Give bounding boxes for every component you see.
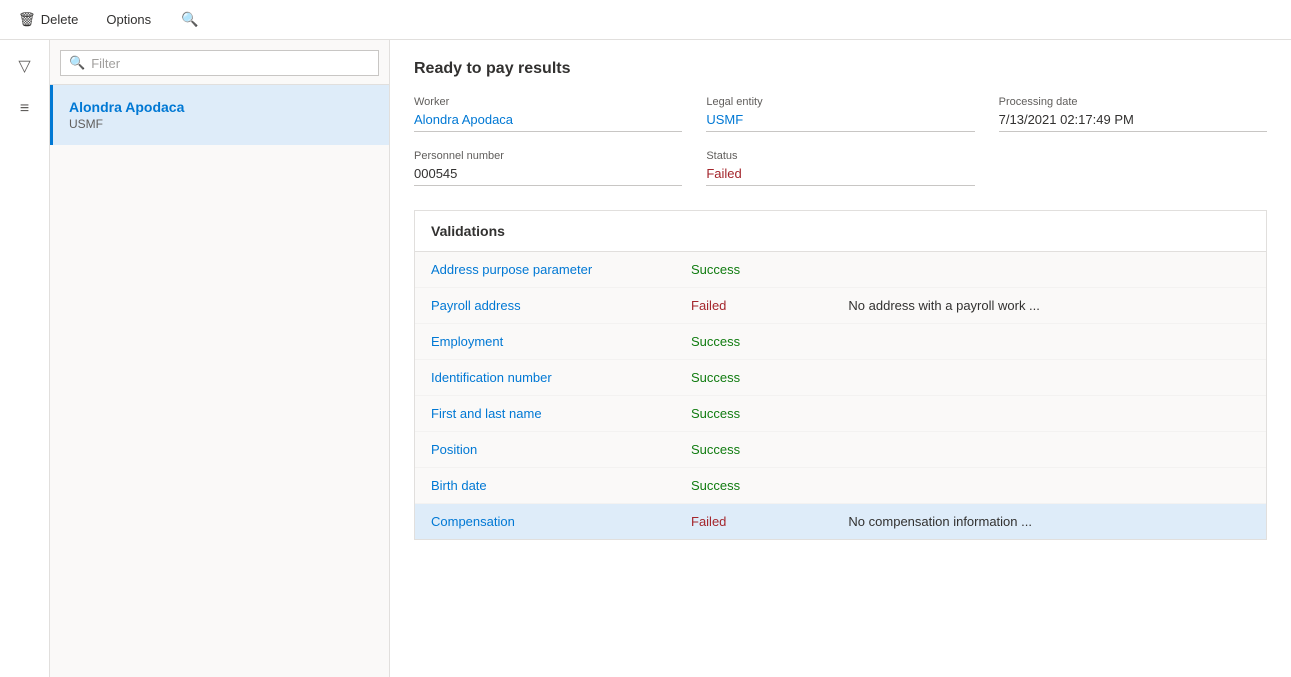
content-panel: Ready to pay results Worker Alondra Apod… [390,40,1291,677]
options-label: Options [106,12,151,27]
table-row: Identification number Success [415,360,1266,396]
validation-status: Success [675,468,832,504]
validation-status: Success [675,396,832,432]
legal-entity-field: Legal entity USMF [706,96,974,132]
table-row: Address purpose parameter Success [415,252,1266,288]
validation-status: Failed [675,288,832,324]
validation-status: Success [675,360,832,396]
validation-status: Failed [675,504,832,540]
validation-status: Success [675,432,832,468]
legal-entity-label: Legal entity [706,96,974,108]
form-grid: Worker Alondra Apodaca Legal entity USMF… [414,96,1267,186]
filter-input-wrap[interactable]: 🔍 [60,50,379,76]
legal-entity-value[interactable]: USMF [706,112,974,132]
validation-name: Address purpose parameter [415,252,675,288]
table-row: Employment Success [415,324,1266,360]
delete-button[interactable]: 🗑 Delete [12,7,84,32]
validation-message: No address with a payroll work ... [832,288,1266,324]
status-field: Status Failed [706,150,974,186]
processing-date-value: 7/13/2021 02:17:49 PM [999,112,1267,132]
validation-message [832,432,1266,468]
validation-name: Position [415,432,675,468]
sidebar-rail: ▽ ≡ [0,40,50,677]
worker-label: Worker [414,96,682,108]
validation-message [832,360,1266,396]
search-icon[interactable]: 🔍 [181,11,198,28]
validation-table: Address purpose parameter Success Payrol… [415,252,1266,539]
validation-message [832,468,1266,504]
validations-header: Validations [415,211,1266,252]
table-row: Birth date Success [415,468,1266,504]
validation-name: Compensation [415,504,675,540]
personnel-number-label: Personnel number [414,150,682,162]
table-row: Compensation Failed No compensation info… [415,504,1266,540]
validation-message: No compensation information ... [832,504,1266,540]
personnel-number-field: Personnel number 000545 [414,150,682,186]
table-row: First and last name Success [415,396,1266,432]
delete-label: Delete [41,12,79,27]
table-row: Payroll address Failed No address with a… [415,288,1266,324]
validation-message [832,324,1266,360]
validation-message [832,396,1266,432]
filter-icon[interactable]: ▽ [12,50,36,82]
list-panel: 🔍 Alondra Apodaca USMF [50,40,390,677]
options-button[interactable]: Options [100,8,157,31]
table-row: Position Success [415,432,1266,468]
list-item[interactable]: Alondra Apodaca USMF [50,85,389,145]
toolbar: 🗑 Delete Options 🔍 [0,0,1291,40]
filter-bar: 🔍 [50,40,389,85]
validation-status: Success [675,252,832,288]
validation-name: Employment [415,324,675,360]
list-item-sub: USMF [69,117,373,131]
validations-box: Validations Address purpose parameter Su… [414,210,1267,540]
status-value: Failed [706,166,974,186]
validation-name: Payroll address [415,288,675,324]
validation-name: Identification number [415,360,675,396]
processing-date-label: Processing date [999,96,1267,108]
validation-name: First and last name [415,396,675,432]
list-items-container: Alondra Apodaca USMF [50,85,389,145]
processing-date-field: Processing date 7/13/2021 02:17:49 PM [999,96,1267,132]
worker-value[interactable]: Alondra Apodaca [414,112,682,132]
validation-message [832,252,1266,288]
menu-icon[interactable]: ≡ [14,94,35,124]
main-layout: ▽ ≡ 🔍 Alondra Apodaca USMF Ready to pay … [0,40,1291,677]
validation-status: Success [675,324,832,360]
list-item-name: Alondra Apodaca [69,99,373,115]
section-title: Ready to pay results [414,60,1267,78]
personnel-number-value: 000545 [414,166,682,186]
filter-input[interactable] [91,56,370,71]
worker-field: Worker Alondra Apodaca [414,96,682,132]
status-label: Status [706,150,974,162]
delete-icon: 🗑 [18,11,36,28]
validation-name: Birth date [415,468,675,504]
filter-search-icon: 🔍 [69,55,85,71]
